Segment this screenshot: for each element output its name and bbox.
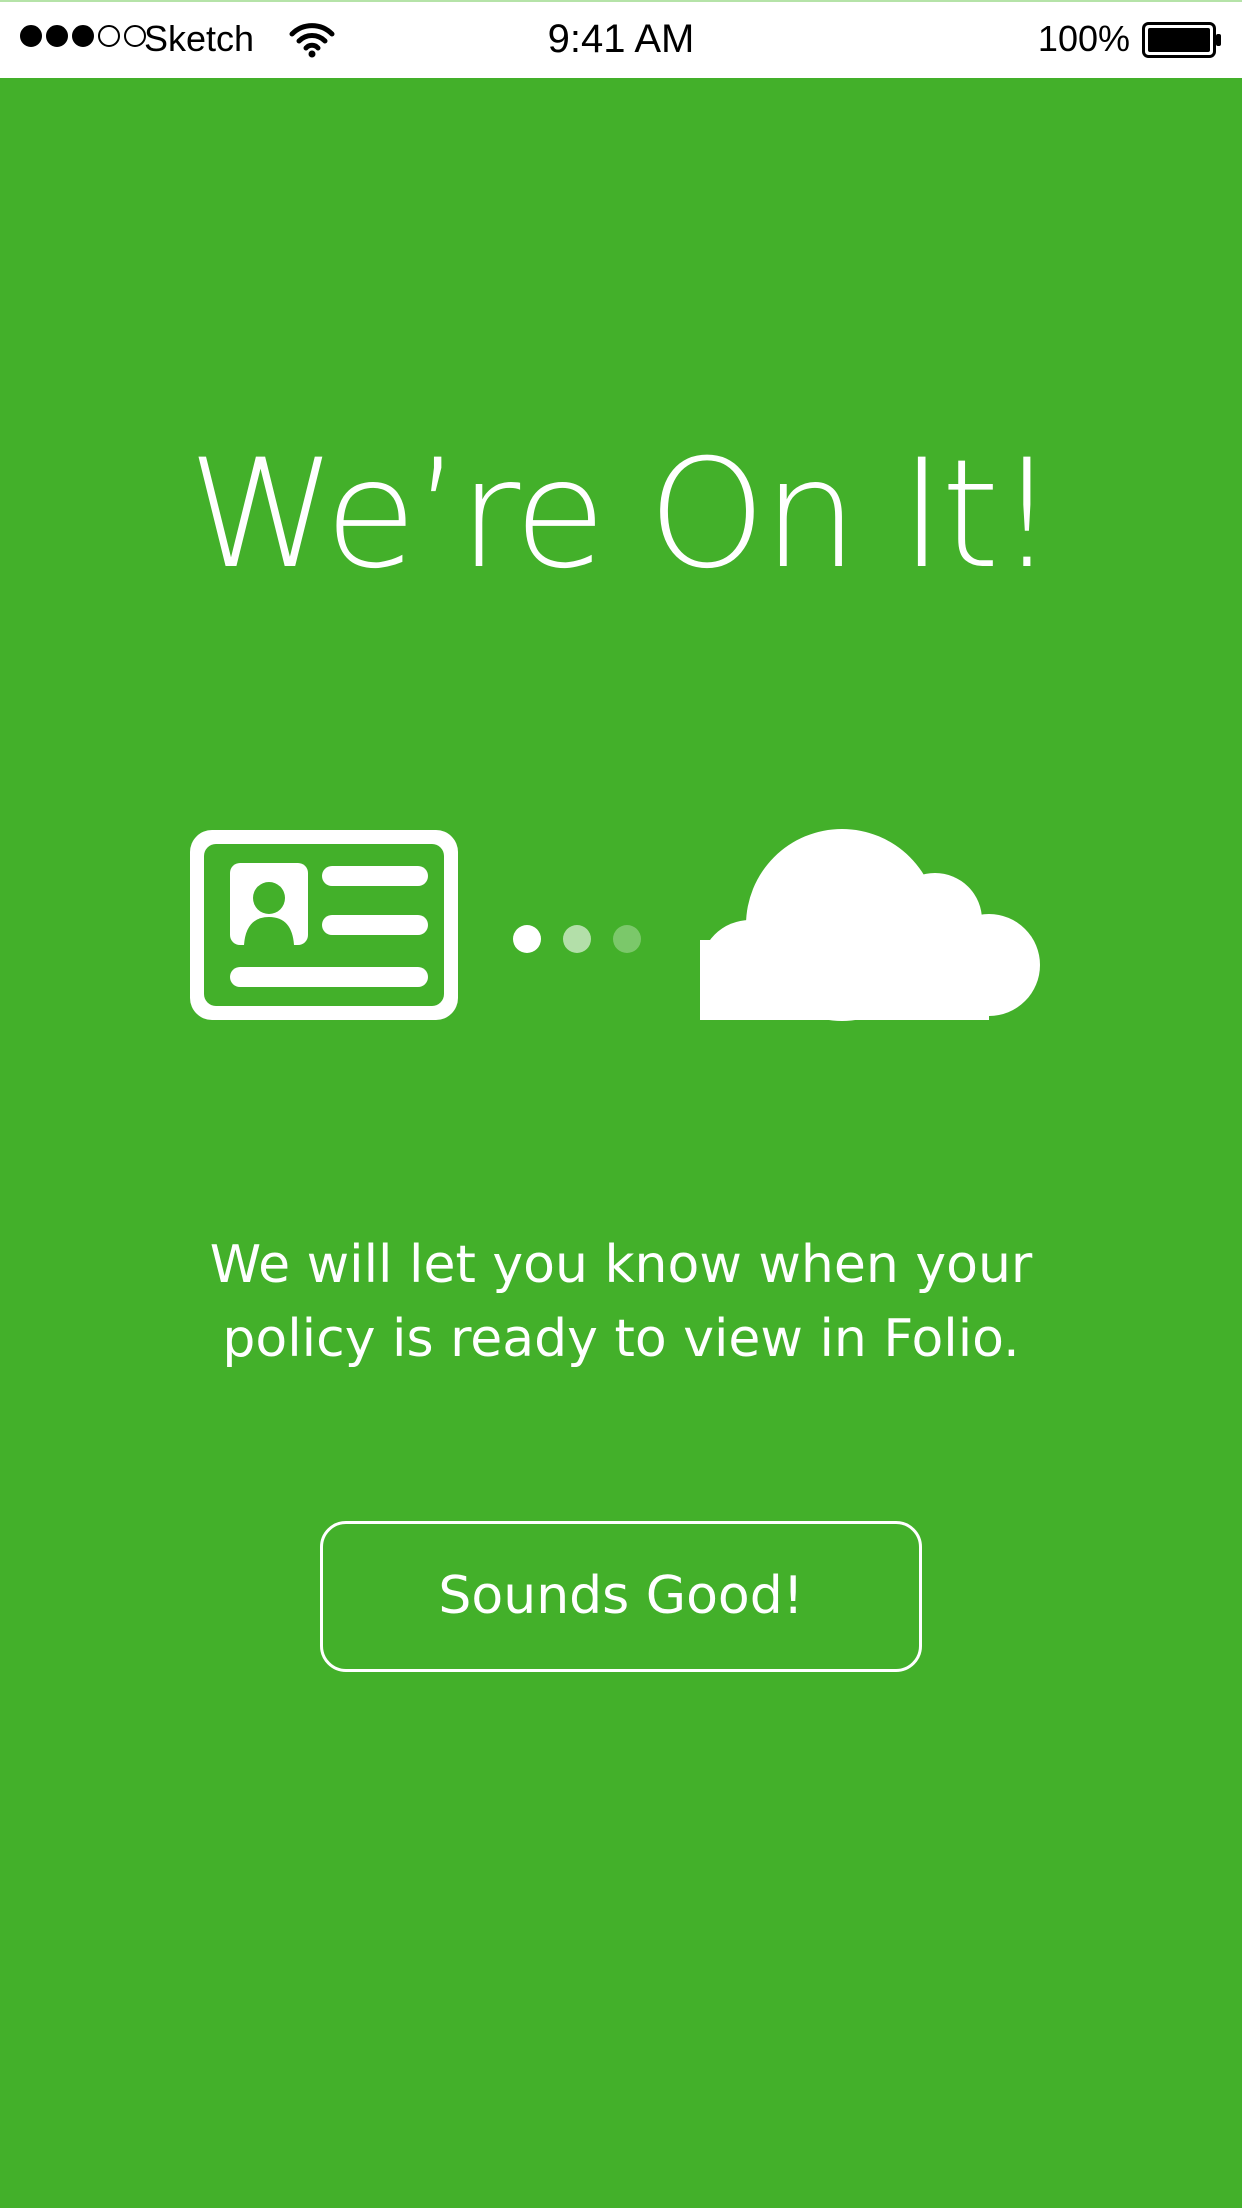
upload-illustration bbox=[190, 829, 1040, 1021]
sounds-good-button[interactable]: Sounds Good! bbox=[320, 1521, 922, 1672]
confirmation-message: We will let you know when your policy is… bbox=[209, 1235, 1033, 1369]
battery-percentage: 100% bbox=[1037, 18, 1130, 59]
page-title: We’re On It! bbox=[188, 428, 1057, 602]
battery-icon bbox=[1142, 22, 1221, 58]
screen: Sketch 9:41 AM 100% We’re On It! We will… bbox=[0, 0, 1242, 2208]
cloud-icon bbox=[700, 829, 1040, 1021]
status-bar: Sketch 9:41 AM 100% bbox=[0, 0, 1242, 78]
id-card-icon bbox=[190, 830, 458, 1020]
